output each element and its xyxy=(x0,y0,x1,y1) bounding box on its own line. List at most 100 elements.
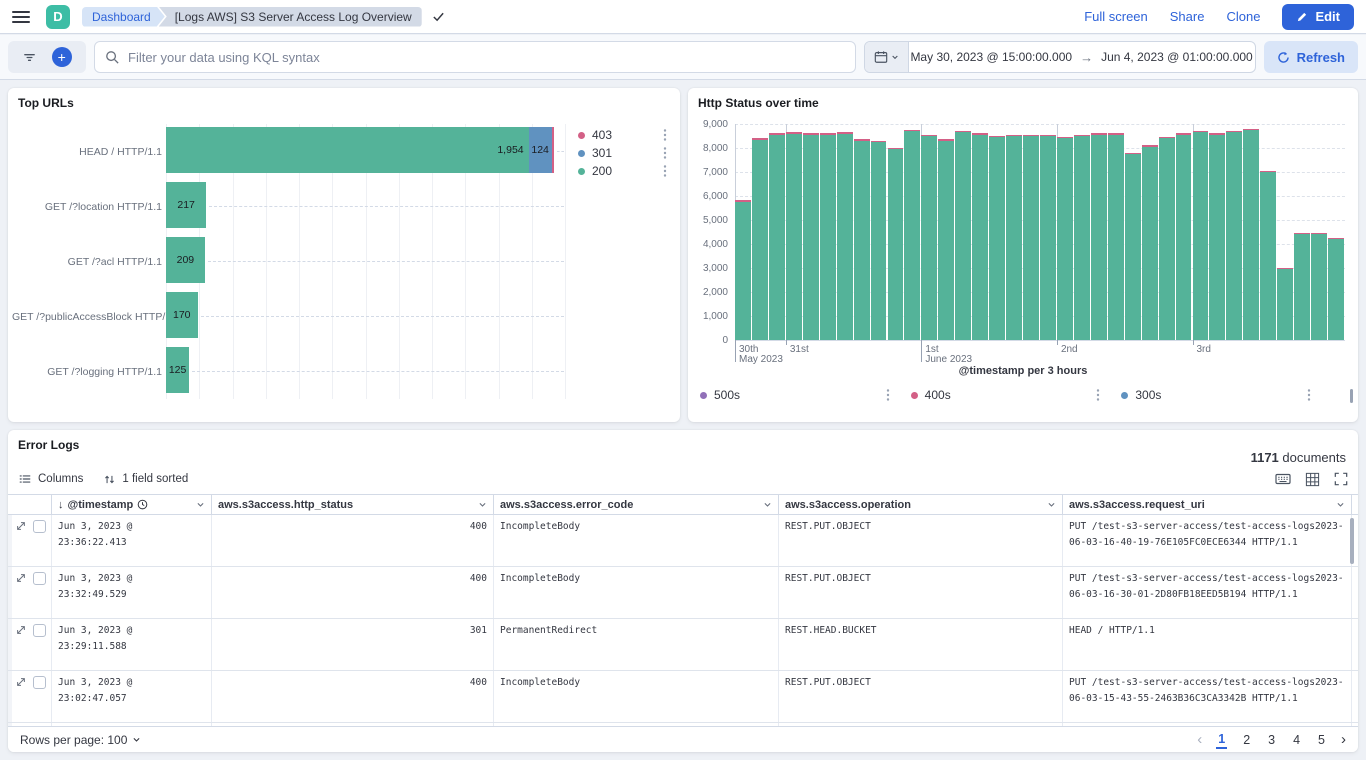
bar-400s[interactable] xyxy=(1277,268,1293,270)
expand-row-icon[interactable] xyxy=(15,676,27,688)
full-screen-link[interactable]: Full screen xyxy=(1084,9,1148,24)
refresh-button[interactable]: Refresh xyxy=(1264,41,1358,73)
bar-200s[interactable] xyxy=(921,136,937,340)
bar-400s[interactable] xyxy=(904,130,920,132)
bar-400s[interactable] xyxy=(803,133,819,135)
display-options-icon[interactable] xyxy=(1305,472,1320,487)
grid-header-op[interactable]: aws.s3access.operation xyxy=(779,495,1063,514)
kebab-menu-icon[interactable] xyxy=(660,128,670,142)
bar-200s[interactable] xyxy=(871,142,887,340)
bar-200s[interactable] xyxy=(752,140,768,340)
bar-200s[interactable] xyxy=(1125,154,1141,340)
calendar-menu-button[interactable] xyxy=(865,42,909,72)
bar-200s[interactable] xyxy=(735,202,751,340)
rows-per-page-button[interactable]: Rows per page: 100 xyxy=(20,733,141,747)
edit-button[interactable]: Edit xyxy=(1282,4,1354,30)
bar-200s[interactable] xyxy=(1159,138,1175,340)
date-to[interactable]: Jun 4, 2023 @ 01:00:00.000 xyxy=(1101,50,1253,64)
legend-item-301[interactable]: 301 xyxy=(578,144,670,162)
bar-200s[interactable] xyxy=(1040,136,1056,340)
bar-400s[interactable] xyxy=(1176,133,1192,135)
chevron-down-icon[interactable] xyxy=(196,500,205,509)
kebab-menu-icon[interactable] xyxy=(660,146,670,160)
bar-400s[interactable] xyxy=(1057,137,1073,139)
bar-200s[interactable] xyxy=(1142,147,1158,340)
bar-200s[interactable] xyxy=(803,135,819,340)
bar-400s[interactable] xyxy=(1328,238,1344,240)
bar-200s[interactable] xyxy=(1108,135,1124,340)
bar-200s[interactable] xyxy=(1277,269,1293,340)
bar-400s[interactable] xyxy=(1311,233,1327,235)
bar-segment-200[interactable]: 1,954 xyxy=(166,127,529,173)
bar-400s[interactable] xyxy=(820,133,836,135)
bar-200s[interactable] xyxy=(1074,136,1090,340)
bar-400s[interactable] xyxy=(955,131,971,133)
date-from[interactable]: May 30, 2023 @ 15:00:00.000 xyxy=(910,50,1072,64)
page-5[interactable]: 5 xyxy=(1316,732,1327,748)
bar-200s[interactable] xyxy=(1294,234,1310,340)
bar-400s[interactable] xyxy=(921,135,937,137)
bar-200s[interactable] xyxy=(854,141,870,340)
bar-400s[interactable] xyxy=(1209,133,1225,135)
bar-400s[interactable] xyxy=(854,139,870,141)
menu-icon[interactable] xyxy=(12,11,30,23)
bar-200s[interactable] xyxy=(1311,234,1327,340)
row-checkbox[interactable] xyxy=(33,624,46,637)
expand-row-icon[interactable] xyxy=(15,572,27,584)
bar-200s[interactable] xyxy=(904,131,920,340)
bar-400s[interactable] xyxy=(1226,131,1242,133)
grid-header-status[interactable]: aws.s3access.http_status xyxy=(212,495,494,514)
bar-400s[interactable] xyxy=(972,133,988,135)
bar-200s[interactable] xyxy=(955,132,971,340)
bar-200s[interactable] xyxy=(1091,135,1107,340)
filter-icon[interactable] xyxy=(22,50,37,65)
next-page-button[interactable]: › xyxy=(1341,731,1346,748)
bar-200s[interactable] xyxy=(1243,130,1259,340)
bar-400s[interactable] xyxy=(1074,135,1090,137)
bar-segment-200[interactable]: 125 xyxy=(166,347,189,393)
bar-200s[interactable] xyxy=(1193,132,1209,340)
bar-200s[interactable] xyxy=(786,134,802,340)
grid-header-timestamp[interactable]: ↓@timestamp xyxy=(52,495,212,514)
bar-200s[interactable] xyxy=(820,135,836,340)
bar-400s[interactable] xyxy=(938,139,954,141)
bar-400s[interactable] xyxy=(1091,133,1107,135)
kql-search-input[interactable] xyxy=(128,50,845,65)
check-icon[interactable] xyxy=(432,10,445,23)
bar-400s[interactable] xyxy=(752,138,768,140)
bar-200s[interactable] xyxy=(1328,239,1344,340)
bar-200s[interactable] xyxy=(1176,135,1192,340)
grid-header-uri[interactable]: aws.s3access.request_uri xyxy=(1063,495,1352,514)
grid-scrollbar[interactable] xyxy=(1350,518,1354,564)
bar-400s[interactable] xyxy=(1294,233,1310,235)
bar-400s[interactable] xyxy=(786,132,802,134)
grid-header-error[interactable]: aws.s3access.error_code xyxy=(494,495,779,514)
bar-200s[interactable] xyxy=(972,135,988,340)
fullscreen-icon[interactable] xyxy=(1334,472,1348,486)
kebab-menu-icon[interactable] xyxy=(1093,388,1103,402)
bar-400s[interactable] xyxy=(1260,171,1276,173)
bar-400s[interactable] xyxy=(871,141,887,143)
legend-scrollbar[interactable] xyxy=(1350,389,1353,403)
bar-segment-200[interactable]: 217 xyxy=(166,182,206,228)
page-4[interactable]: 4 xyxy=(1291,732,1302,748)
expand-row-icon[interactable] xyxy=(15,520,27,532)
legend-item-400s[interactable]: 400s xyxy=(911,388,1122,402)
kebab-menu-icon[interactable] xyxy=(1304,388,1314,402)
bar-200s[interactable] xyxy=(989,137,1005,340)
row-checkbox[interactable] xyxy=(33,572,46,585)
bar-200s[interactable] xyxy=(938,141,954,340)
add-filter-button[interactable]: + xyxy=(52,47,72,67)
bar-400s[interactable] xyxy=(1006,135,1022,137)
expand-row-icon[interactable] xyxy=(15,624,27,636)
bar-200s[interactable] xyxy=(1226,132,1242,340)
bar-segment-200[interactable]: 209 xyxy=(166,237,205,283)
row-checkbox[interactable] xyxy=(33,676,46,689)
breadcrumb-dashboard[interactable]: Dashboard xyxy=(82,7,165,27)
row-checkbox[interactable] xyxy=(33,520,46,533)
chevron-down-icon[interactable] xyxy=(1047,500,1056,509)
bar-200s[interactable] xyxy=(1260,172,1276,340)
bar-400s[interactable] xyxy=(989,136,1005,138)
bar-400s[interactable] xyxy=(1193,131,1209,133)
legend-item-300s[interactable]: 300s xyxy=(1121,388,1332,402)
